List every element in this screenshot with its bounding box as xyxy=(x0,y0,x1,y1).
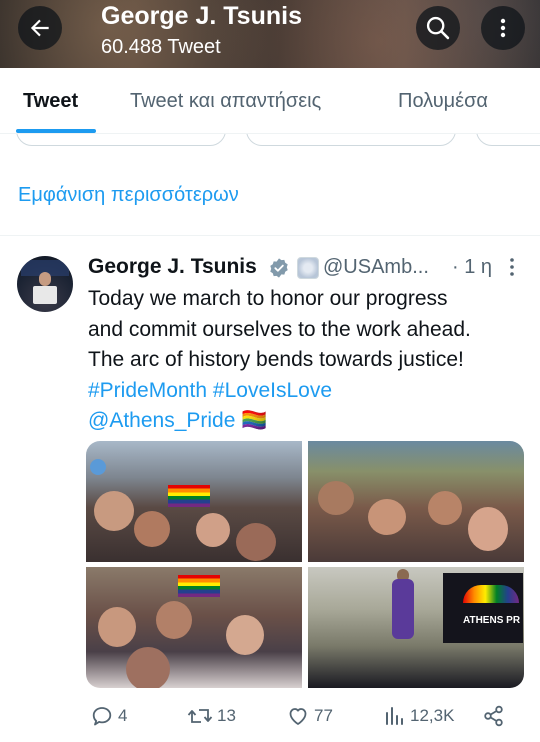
profile-name: George J. Tsunis xyxy=(101,2,302,30)
tweet-actions: 4 13 77 12,3K xyxy=(0,700,540,734)
tweet-author-name[interactable]: George J. Tsunis xyxy=(88,255,257,279)
photo-detail xyxy=(126,647,170,688)
views-button[interactable]: 12,3K xyxy=(384,704,454,728)
retweet-button[interactable]: 13 xyxy=(187,704,236,728)
reply-icon xyxy=(92,707,112,726)
hashtag-links[interactable]: #PrideMonth #LoveIsLove xyxy=(88,376,528,407)
rainbow-flag xyxy=(178,575,220,597)
heart-icon xyxy=(289,708,307,725)
photo-detail xyxy=(468,507,508,551)
divider xyxy=(0,235,540,236)
tweet-text-line: The arc of history bends towards justice… xyxy=(88,348,464,371)
tweet-text-line: and commit ourselves to the work ahead. xyxy=(88,317,471,341)
media-photo-1[interactable] xyxy=(86,441,302,562)
search-button[interactable] xyxy=(416,6,460,50)
strip-card xyxy=(16,134,226,146)
photo-detail xyxy=(156,601,192,639)
arrow-left-icon xyxy=(30,19,49,37)
photo-detail xyxy=(368,499,406,535)
tweet-more-icon[interactable] xyxy=(502,256,522,278)
photo-detail xyxy=(463,585,519,603)
media-photo-2[interactable] xyxy=(308,441,524,562)
photo-detail xyxy=(236,523,276,561)
reply-button[interactable]: 4 xyxy=(90,704,127,728)
verified-badge-icon xyxy=(270,258,288,278)
photo-detail xyxy=(134,511,170,547)
tweet-count: 60.488 Tweet xyxy=(101,36,221,58)
tweet-time[interactable]: · 1 η xyxy=(452,256,492,279)
photo-detail xyxy=(318,481,354,515)
share-button[interactable] xyxy=(482,704,506,728)
avatar-podium xyxy=(33,286,57,304)
show-more-link[interactable]: Εμφάνιση περισσότερων xyxy=(18,184,239,207)
affiliation-badge-icon xyxy=(297,257,319,279)
tab-tweets-replies[interactable]: Tweet και απαντήσεις xyxy=(130,90,321,113)
tweet-text: Today we march to honor our progress and… xyxy=(88,284,528,437)
share-icon xyxy=(484,705,503,727)
avatar-figure xyxy=(39,272,51,286)
rainbow-flag-emoji: 🏳️‍🌈 xyxy=(241,409,268,432)
retweet-icon xyxy=(187,709,213,723)
tab-media[interactable]: Πολυμέσα xyxy=(398,90,488,113)
photo-detail xyxy=(428,491,462,525)
screen-text: ATHENS PR xyxy=(463,615,521,626)
back-button[interactable] xyxy=(18,6,62,50)
more-vertical-icon xyxy=(500,18,506,38)
like-count: 77 xyxy=(314,706,333,725)
tab-tweets[interactable]: Tweet xyxy=(23,90,78,113)
photo-detail xyxy=(392,579,414,639)
photo-detail xyxy=(94,491,134,531)
views-chart-icon xyxy=(386,707,403,725)
avatar[interactable] xyxy=(17,256,73,312)
reply-count: 4 xyxy=(118,706,128,725)
rainbow-flag xyxy=(168,485,210,507)
more-options-button[interactable] xyxy=(481,6,525,50)
photo-detail xyxy=(226,615,264,655)
photo-detail xyxy=(98,607,136,647)
media-photo-4[interactable]: ATHENS PR xyxy=(308,567,524,688)
mention-link[interactable]: @Athens_Pride xyxy=(88,409,235,432)
like-button[interactable]: 77 xyxy=(286,704,333,728)
profile-header: George J. Tsunis 60.488 Tweet xyxy=(0,0,540,68)
media-photo-3[interactable] xyxy=(86,567,302,688)
photo-detail xyxy=(90,459,106,475)
strip-card xyxy=(246,134,456,146)
tweet-media-grid: ATHENS PR xyxy=(86,441,524,688)
profile-tabs: Tweet Tweet και απαντήσεις Πολυμέσα xyxy=(0,68,540,134)
tweet-handle[interactable]: @USAmb... xyxy=(323,256,429,279)
tweet-text-line: Today we march to honor our progress xyxy=(88,287,448,310)
search-icon xyxy=(426,16,450,40)
views-count: 12,3K xyxy=(410,706,455,725)
photo-detail xyxy=(196,513,230,547)
stage-screen: ATHENS PR xyxy=(443,573,523,643)
strip-card xyxy=(476,134,540,146)
active-tab-indicator xyxy=(16,129,96,133)
retweet-count: 13 xyxy=(217,706,236,725)
previous-cards-strip xyxy=(0,134,540,154)
